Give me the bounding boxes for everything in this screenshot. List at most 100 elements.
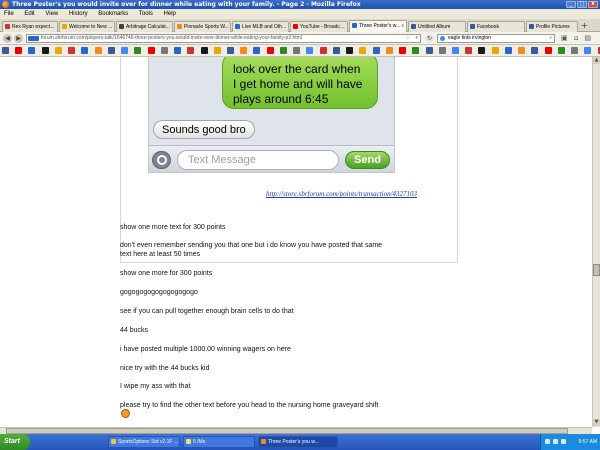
- tab-live-mlb[interactable]: Live MLB and Oth...: [232, 21, 289, 32]
- vertical-scrollbar[interactable]: ▲ ▼: [592, 57, 600, 427]
- bookmark-icon[interactable]: [266, 47, 274, 54]
- navigation-bar: ◀ ▶ forum.sbrforum.com/players-talk/1646…: [0, 32, 600, 45]
- menu-edit[interactable]: Edit: [24, 11, 34, 17]
- bookmark-icon[interactable]: [451, 47, 459, 54]
- close-window-button[interactable]: x: [588, 1, 598, 8]
- bookmark-icon[interactable]: [226, 47, 234, 54]
- tab-rex-ryan[interactable]: Rex Ryan expect...: [2, 21, 58, 32]
- address-bar[interactable]: forum.sbrforum.com/players-talk/1646746-…: [26, 34, 421, 43]
- maximize-button[interactable]: □: [577, 1, 587, 8]
- scroll-up-icon[interactable]: ▲: [593, 57, 600, 64]
- site-identity-badge[interactable]: [28, 36, 39, 41]
- bookmark-icon[interactable]: [41, 47, 49, 54]
- bookmark-icon[interactable]: [94, 47, 102, 54]
- start-button[interactable]: Start: [0, 434, 30, 450]
- bookmark-icon[interactable]: [478, 47, 486, 54]
- bookmark-icon[interactable]: [253, 47, 261, 54]
- taskbar-item-ims[interactable]: 5 IMs: [183, 436, 255, 448]
- tab-profile-pictures[interactable]: Profile Pictures: [526, 21, 578, 32]
- bookmark-icon[interactable]: [319, 47, 327, 54]
- bookmark-icon[interactable]: [174, 47, 182, 54]
- bookmark-icon[interactable]: [279, 47, 287, 54]
- bookmark-icon[interactable]: [491, 47, 499, 54]
- bookmark-icon[interactable]: [28, 47, 36, 54]
- bookmark-icon[interactable]: [385, 47, 393, 54]
- bookmark-icon[interactable]: [557, 47, 565, 54]
- tray-icon[interactable]: [545, 439, 550, 444]
- menu-help[interactable]: Help: [164, 11, 176, 17]
- close-tab-icon[interactable]: x: [402, 21, 405, 31]
- bookmark-icon[interactable]: [134, 47, 142, 54]
- bookmark-icon[interactable]: [121, 47, 129, 54]
- scroll-thumb[interactable]: [593, 264, 600, 276]
- bookmark-icon[interactable]: [147, 47, 155, 54]
- bookmark-icon[interactable]: [293, 47, 301, 54]
- tab-youtube[interactable]: YouTube - Broadc...: [290, 21, 348, 32]
- bookmark-icon[interactable]: [465, 47, 473, 54]
- bookmark-icon[interactable]: [200, 47, 208, 54]
- bookmark-icon[interactable]: [213, 47, 221, 54]
- menu-bookmarks[interactable]: Bookmarks: [98, 11, 128, 17]
- bookmark-icon[interactable]: [15, 47, 23, 54]
- attachment-link[interactable]: http://store.sbrforum.com/points/transac…: [266, 190, 417, 198]
- bookmark-icon[interactable]: [306, 47, 314, 54]
- taskbar-item-sportsoptions[interactable]: SportsOptions Std v2.1F ...: [108, 436, 180, 448]
- bookmark-icon[interactable]: [438, 47, 446, 54]
- bookmark-icon[interactable]: [425, 47, 433, 54]
- bookmark-icon[interactable]: [2, 47, 9, 54]
- app-icon: [111, 439, 116, 444]
- bookmark-star-icon[interactable]: ☆: [406, 35, 410, 42]
- bookmark-icon[interactable]: [518, 47, 526, 54]
- favicon-icon: [5, 24, 10, 29]
- menu-file[interactable]: File: [4, 11, 14, 17]
- search-icon[interactable]: ⌕: [549, 35, 552, 42]
- tray-icon[interactable]: [561, 439, 566, 444]
- scroll-down-icon[interactable]: ▼: [593, 419, 600, 426]
- tab-label: Three Poster's w...: [359, 23, 401, 29]
- bookmark-icon[interactable]: [504, 47, 512, 54]
- taskbar-item-firefox[interactable]: Three Poster's you w...: [258, 436, 338, 448]
- menu-history[interactable]: History: [69, 11, 88, 17]
- bookmark-icon[interactable]: [160, 47, 168, 54]
- menu-tools[interactable]: Tools: [139, 11, 153, 17]
- bookmark-icon[interactable]: [187, 47, 195, 54]
- tab-welcome[interactable]: Welcome to New ...: [59, 21, 115, 32]
- reload-icon[interactable]: ↻: [425, 34, 434, 43]
- menu-view[interactable]: View: [45, 11, 58, 17]
- favicon-icon: [529, 24, 534, 29]
- tab-arbitrage[interactable]: Arbitrage Calculat...: [116, 21, 173, 32]
- tab-facebook[interactable]: Facebook: [467, 21, 525, 32]
- horizontal-scrollbar[interactable]: [0, 427, 592, 434]
- bookmark-icon[interactable]: [54, 47, 62, 54]
- toolbar-extra-icons[interactable]: ▣ ⌂ ▤: [561, 34, 593, 42]
- bookmark-icon[interactable]: [359, 47, 367, 54]
- bookmark-icon[interactable]: [399, 47, 407, 54]
- bookmark-icon[interactable]: [531, 47, 539, 54]
- bookmark-icon[interactable]: [81, 47, 89, 54]
- bookmark-icon[interactable]: [346, 47, 354, 54]
- bookmark-icon[interactable]: [544, 47, 552, 54]
- bookmark-icon[interactable]: [68, 47, 76, 54]
- bookmark-icon[interactable]: [332, 47, 340, 54]
- tab-pinnacle[interactable]: Pinnacle Sports W...: [174, 21, 231, 32]
- bookmark-icon[interactable]: [372, 47, 380, 54]
- favicon-icon: [293, 24, 298, 29]
- bookmark-icon[interactable]: [240, 47, 248, 54]
- back-button[interactable]: ◀: [3, 34, 12, 43]
- bookmark-icon[interactable]: [571, 47, 579, 54]
- new-tab-button[interactable]: +: [581, 21, 588, 30]
- minimize-button[interactable]: _: [566, 1, 576, 8]
- bookmark-icon[interactable]: [107, 47, 115, 54]
- tray-icon[interactable]: [553, 439, 558, 444]
- google-icon[interactable]: [440, 36, 445, 41]
- bookmark-icon[interactable]: [412, 47, 420, 54]
- favicon-icon: [352, 23, 357, 28]
- bookmark-icon[interactable]: [584, 47, 592, 54]
- search-bar[interactable]: eagle tints irvington ⌕: [437, 34, 555, 43]
- tab-untitled-album[interactable]: Untitled Album: [408, 21, 466, 32]
- tab-three-posters[interactable]: Three Poster's w... x: [349, 20, 407, 32]
- favicon-icon: [119, 24, 124, 29]
- forward-button[interactable]: ▶: [14, 34, 23, 43]
- search-text: eagle tints irvington: [448, 35, 492, 41]
- url-dropdown-icon[interactable]: ▾: [415, 35, 418, 42]
